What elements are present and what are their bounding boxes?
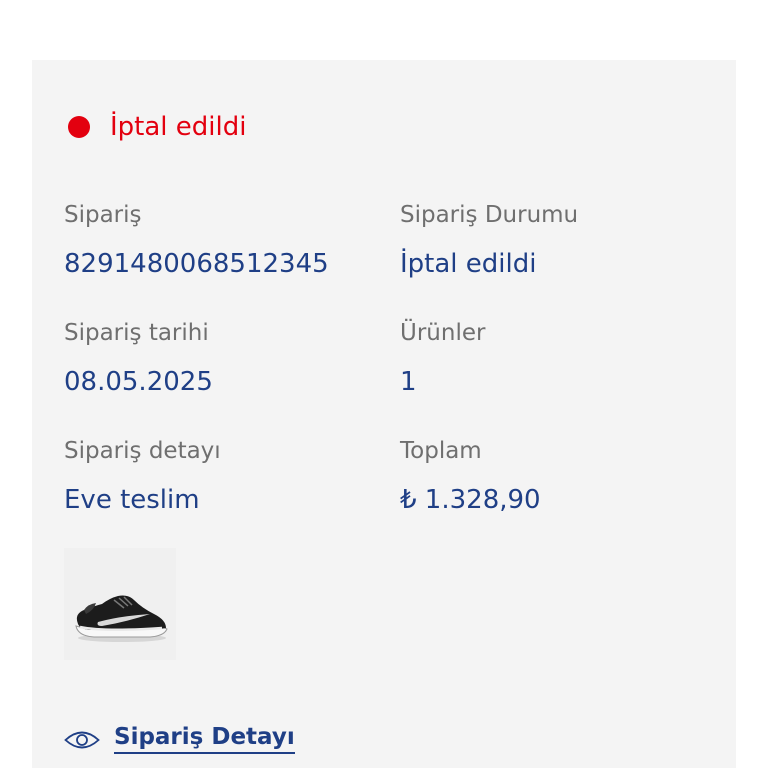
order-number-label: Sipariş <box>64 202 142 228</box>
order-date-value: 08.05.2025 <box>64 367 213 397</box>
order-number-field: Sipariş 8291480068512345 <box>64 202 329 279</box>
order-total-field: Toplam ₺ 1.328,90 <box>400 438 541 515</box>
order-detail-link[interactable]: Sipariş Detayı <box>64 726 295 754</box>
order-detail-label: Sipariş detayı <box>64 438 221 464</box>
order-total-label: Toplam <box>400 438 482 464</box>
order-date-label: Sipariş tarihi <box>64 320 209 346</box>
order-total-value: ₺ 1.328,90 <box>400 485 541 515</box>
order-detail-link-label: Sipariş Detayı <box>114 726 295 754</box>
product-thumbnail[interactable] <box>64 548 176 660</box>
status-text: İptal edildi <box>110 112 247 142</box>
order-status-header: İptal edildi <box>68 114 246 140</box>
order-number-value: 8291480068512345 <box>64 249 329 279</box>
shoe-image <box>75 595 168 642</box>
products-count-label: Ürünler <box>400 320 486 346</box>
order-card: İptal edildi Sipariş 8291480068512345 Si… <box>32 60 736 768</box>
products-count-value: 1 <box>400 367 417 397</box>
order-status-value: İptal edildi <box>400 249 537 279</box>
order-detail-field: Sipariş detayı Eve teslim <box>64 438 221 515</box>
eye-icon <box>64 731 100 749</box>
order-status-label: Sipariş Durumu <box>400 202 579 228</box>
order-status-field: Sipariş Durumu İptal edildi <box>400 202 579 279</box>
order-date-field: Sipariş tarihi 08.05.2025 <box>64 320 213 397</box>
products-count-field: Ürünler 1 <box>400 320 486 397</box>
status-dot-icon <box>68 116 90 138</box>
order-detail-value: Eve teslim <box>64 485 200 515</box>
